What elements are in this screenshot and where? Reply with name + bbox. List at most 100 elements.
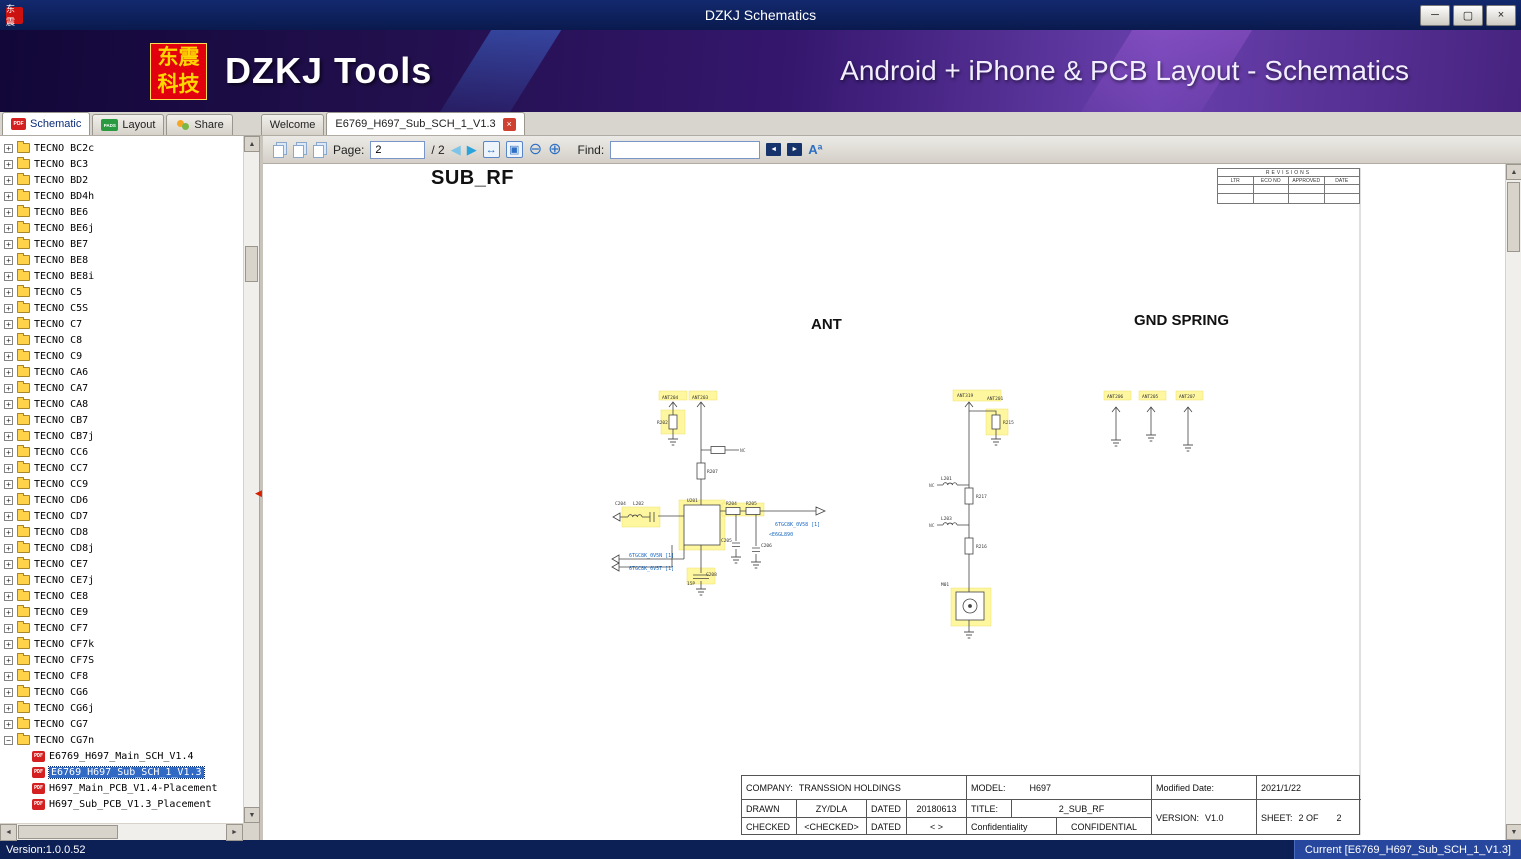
maximize-button[interactable]: ▢ [1453,4,1483,26]
expand-icon[interactable]: + [4,479,13,489]
expand-icon[interactable]: + [4,431,13,441]
tree-folder[interactable]: + TECNO CG7 [0,716,243,732]
pdf-viewer[interactable]: ANT204 ANT203 R202 NC R207 U201 C204 L202 R204 R2… [263,164,1505,840]
scroll-up-icon[interactable]: ▲ [244,136,260,152]
tab-layout[interactable]: PADS Layout [92,114,165,135]
tree-folder[interactable]: + TECNO CA7 [0,380,243,396]
expand-icon[interactable]: + [4,463,13,473]
expand-icon[interactable]: + [4,319,13,329]
expand-icon[interactable]: + [4,639,13,649]
tree-folder[interactable]: + TECNO CD6 [0,492,243,508]
expand-icon[interactable]: + [4,655,13,665]
tree-folder[interactable]: + TECNO CC6 [0,444,243,460]
tree-folder[interactable]: + TECNO CF7k [0,636,243,652]
expand-icon[interactable]: + [4,415,13,425]
tree-document[interactable]: PDF H697_Main_PCB_V1.4-Placement [0,780,243,796]
minimize-button[interactable]: ─ [1420,4,1450,26]
expand-icon[interactable]: + [4,191,13,201]
tree-folder[interactable]: + TECNO CE7 [0,556,243,572]
fit-width-icon[interactable]: ↔ [482,141,500,158]
scroll-down-icon[interactable]: ▼ [244,807,260,823]
scroll-up-icon[interactable]: ▲ [1506,164,1521,180]
page-number-input[interactable] [370,140,426,159]
tab-welcome[interactable]: Welcome [260,114,325,135]
expand-icon[interactable]: + [4,687,13,697]
tree-folder[interactable]: + TECNO C8 [0,332,243,348]
tree-folder[interactable]: + TECNO CD8j [0,540,243,556]
tree-folder[interactable]: + TECNO CC9 [0,476,243,492]
expand-icon[interactable]: + [4,671,13,681]
expand-icon[interactable]: + [4,223,13,233]
expand-icon[interactable]: + [4,623,13,633]
copy-page-icon[interactable] [273,142,287,158]
scroll-down-icon[interactable]: ▼ [1506,824,1521,840]
expand-icon[interactable]: + [4,367,13,377]
tree-folder[interactable]: + TECNO CB7j [0,428,243,444]
tree-folder[interactable]: + TECNO C7 [0,316,243,332]
close-button[interactable]: × [1486,4,1516,26]
collapse-icon[interactable]: − [4,735,13,745]
tab-schematic[interactable]: PDF Schematic [2,112,91,135]
tree-folder[interactable]: + TECNO CA8 [0,396,243,412]
tree-folder[interactable]: + TECNO CE7j [0,572,243,588]
tree-folder[interactable]: + TECNO BE8i [0,268,243,284]
scrollbar-thumb[interactable] [18,825,118,839]
expand-icon[interactable]: + [4,335,13,345]
tree-folder[interactable]: + TECNO CA6 [0,364,243,380]
zoom-in-icon[interactable]: ⊕ [548,141,561,158]
tab-share[interactable]: Share [166,114,233,135]
expand-icon[interactable]: + [4,527,13,537]
expand-icon[interactable]: + [4,207,13,217]
zoom-out-icon[interactable]: ⊖ [529,141,542,158]
tree-folder[interactable]: + TECNO C5S [0,300,243,316]
expand-icon[interactable]: + [4,287,13,297]
expand-icon[interactable]: + [4,559,13,569]
expand-icon[interactable]: + [4,591,13,601]
expand-icon[interactable]: + [4,143,13,153]
tree-document[interactable]: PDF E6769_H697_Main_SCH_V1.4 [0,748,243,764]
expand-icon[interactable]: + [4,543,13,553]
tab-document[interactable]: E6769_H697_Sub_SCH_1_V1.3 × [326,112,525,135]
scroll-right-icon[interactable]: ► [226,824,243,841]
close-tab-icon[interactable]: × [502,117,516,131]
expand-icon[interactable]: + [4,383,13,393]
sidebar-vertical-scrollbar[interactable]: ▲ ▼ [243,136,260,823]
sidebar-horizontal-scrollbar[interactable]: ◄ ► [0,823,243,841]
copy-pages-icon[interactable] [293,142,307,158]
tree-folder[interactable]: + TECNO BC3 [0,156,243,172]
scroll-left-icon[interactable]: ◄ [0,824,17,841]
tree-folder[interactable]: + TECNO CG6j [0,700,243,716]
scrollbar-thumb[interactable] [1507,182,1520,252]
expand-icon[interactable]: + [4,175,13,185]
tree-folder[interactable]: + TECNO BE6j [0,220,243,236]
fit-page-icon[interactable]: ▣ [505,141,523,158]
expand-icon[interactable]: + [4,447,13,457]
previous-page-icon[interactable]: ◀ [451,143,461,156]
tree-folder[interactable]: + TECNO CE9 [0,604,243,620]
next-page-icon[interactable]: ▶ [467,143,477,156]
snapshot-icon[interactable] [313,142,327,158]
expand-icon[interactable]: + [4,703,13,713]
tree-folder[interactable]: + TECNO BE6 [0,204,243,220]
tree-folder[interactable]: + TECNO C5 [0,284,243,300]
expand-icon[interactable]: + [4,303,13,313]
expand-icon[interactable]: + [4,575,13,585]
tree-document[interactable]: PDF E6769_H697_Sub_SCH_1_V1.3 [0,764,243,780]
match-case-icon[interactable]: Aª [808,142,822,157]
tree-folder[interactable]: + TECNO CE8 [0,588,243,604]
tree-document[interactable]: PDF H697_Sub_PCB_V1.3_Placement [0,796,243,812]
expand-icon[interactable]: + [4,159,13,169]
tree-folder[interactable]: − TECNO CG7n [0,732,243,748]
expand-icon[interactable]: + [4,255,13,265]
tree-folder[interactable]: + TECNO CB7 [0,412,243,428]
tree-folder[interactable]: + TECNO BE8 [0,252,243,268]
expand-icon[interactable]: + [4,239,13,249]
expand-icon[interactable]: + [4,351,13,361]
tree-folder[interactable]: + TECNO CF7 [0,620,243,636]
expand-icon[interactable]: + [4,719,13,729]
expand-icon[interactable]: + [4,271,13,281]
tree-folder[interactable]: + TECNO CF8 [0,668,243,684]
find-next-icon[interactable]: ► [787,143,803,156]
expand-icon[interactable]: + [4,607,13,617]
tree-folder[interactable]: + TECNO BD4h [0,188,243,204]
